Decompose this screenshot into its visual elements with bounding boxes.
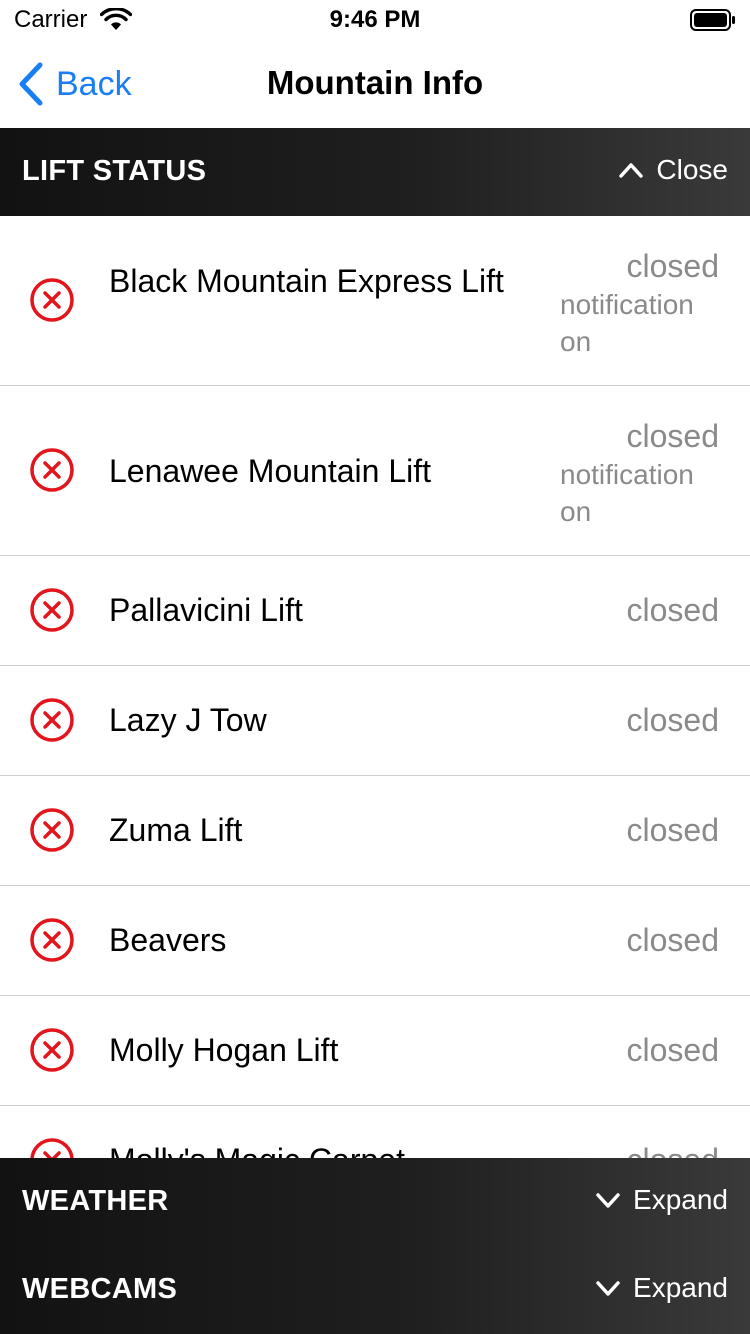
lift-status: closed <box>626 592 720 628</box>
status-bar: Carrier 9:46 PM <box>0 0 750 40</box>
chevron-up-icon <box>619 163 644 178</box>
lift-row[interactable]: Lazy J Tow closed <box>0 666 750 776</box>
x-circle-icon <box>30 1138 74 1158</box>
lift-row[interactable]: Molly Hogan Lift closed <box>0 996 750 1106</box>
x-circle-icon <box>30 698 74 742</box>
lift-name: Molly's Magic Carpet <box>109 1140 405 1158</box>
expand-label: Expand <box>633 1184 728 1215</box>
lift-row[interactable]: Zuma Lift closed <box>0 776 750 886</box>
lift-status: closed <box>627 1140 720 1158</box>
lift-row[interactable]: Pallavicini Lift closed <box>0 556 750 666</box>
lift-row[interactable]: Black Mountain Express Lift closed notif… <box>0 216 750 386</box>
webcams-header[interactable]: WEBCAMS Expand <box>0 1246 750 1334</box>
x-circle-icon <box>30 1028 74 1072</box>
weather-title: WEATHER <box>22 1185 169 1217</box>
lift-list[interactable]: Black Mountain Express Lift closed notif… <box>0 216 750 1158</box>
webcams-expand-button[interactable]: Expand <box>595 1272 728 1304</box>
lift-name: Black Mountain Express Lift <box>109 263 504 299</box>
lift-name: Molly Hogan Lift <box>109 1032 339 1068</box>
battery-icon <box>690 9 735 31</box>
close-label: Close <box>656 154 728 185</box>
weather-expand-button[interactable]: Expand <box>595 1184 728 1216</box>
x-circle-icon <box>30 918 74 962</box>
x-circle-icon <box>30 808 74 852</box>
webcams-title: WEBCAMS <box>22 1273 178 1305</box>
lift-status: closed <box>626 1032 720 1068</box>
lift-status: closed <box>626 702 720 738</box>
navigation-bar: Back Mountain Info <box>0 40 750 128</box>
lift-status: closed <box>626 812 720 848</box>
lift-row[interactable]: Molly's Magic Carpet closed <box>0 1106 750 1158</box>
lift-row[interactable]: Beavers closed <box>0 886 750 996</box>
lift-name: Zuma Lift <box>109 812 243 848</box>
chevron-down-icon <box>596 1193 620 1208</box>
lift-name: Beavers <box>109 922 227 958</box>
lift-name: Lenawee Mountain Lift <box>109 453 431 489</box>
clock: 9:46 PM <box>329 6 421 33</box>
lift-status-header[interactable]: LIFT STATUS Close <box>0 128 750 216</box>
expand-label: Expand <box>633 1272 728 1303</box>
weather-header[interactable]: WEATHER Expand <box>0 1158 750 1246</box>
chevron-down-icon <box>596 1281 620 1296</box>
x-circle-icon <box>30 588 74 632</box>
notification-status: notification on <box>560 459 694 527</box>
lift-status-close-button[interactable]: Close <box>618 154 728 186</box>
lift-name: Lazy J Tow <box>109 702 267 738</box>
lift-status: closed <box>626 418 720 454</box>
lift-name: Pallavicini Lift <box>109 592 303 628</box>
lift-status: closed <box>626 248 720 284</box>
lift-status-title: LIFT STATUS <box>22 155 207 187</box>
notification-status: notification on <box>560 289 694 357</box>
lift-status: closed <box>626 922 720 958</box>
page-title: Mountain Info <box>266 64 484 101</box>
lift-row[interactable]: Lenawee Mountain Lift closed notificatio… <box>0 386 750 556</box>
x-circle-icon <box>30 448 74 492</box>
x-circle-icon <box>30 278 74 322</box>
